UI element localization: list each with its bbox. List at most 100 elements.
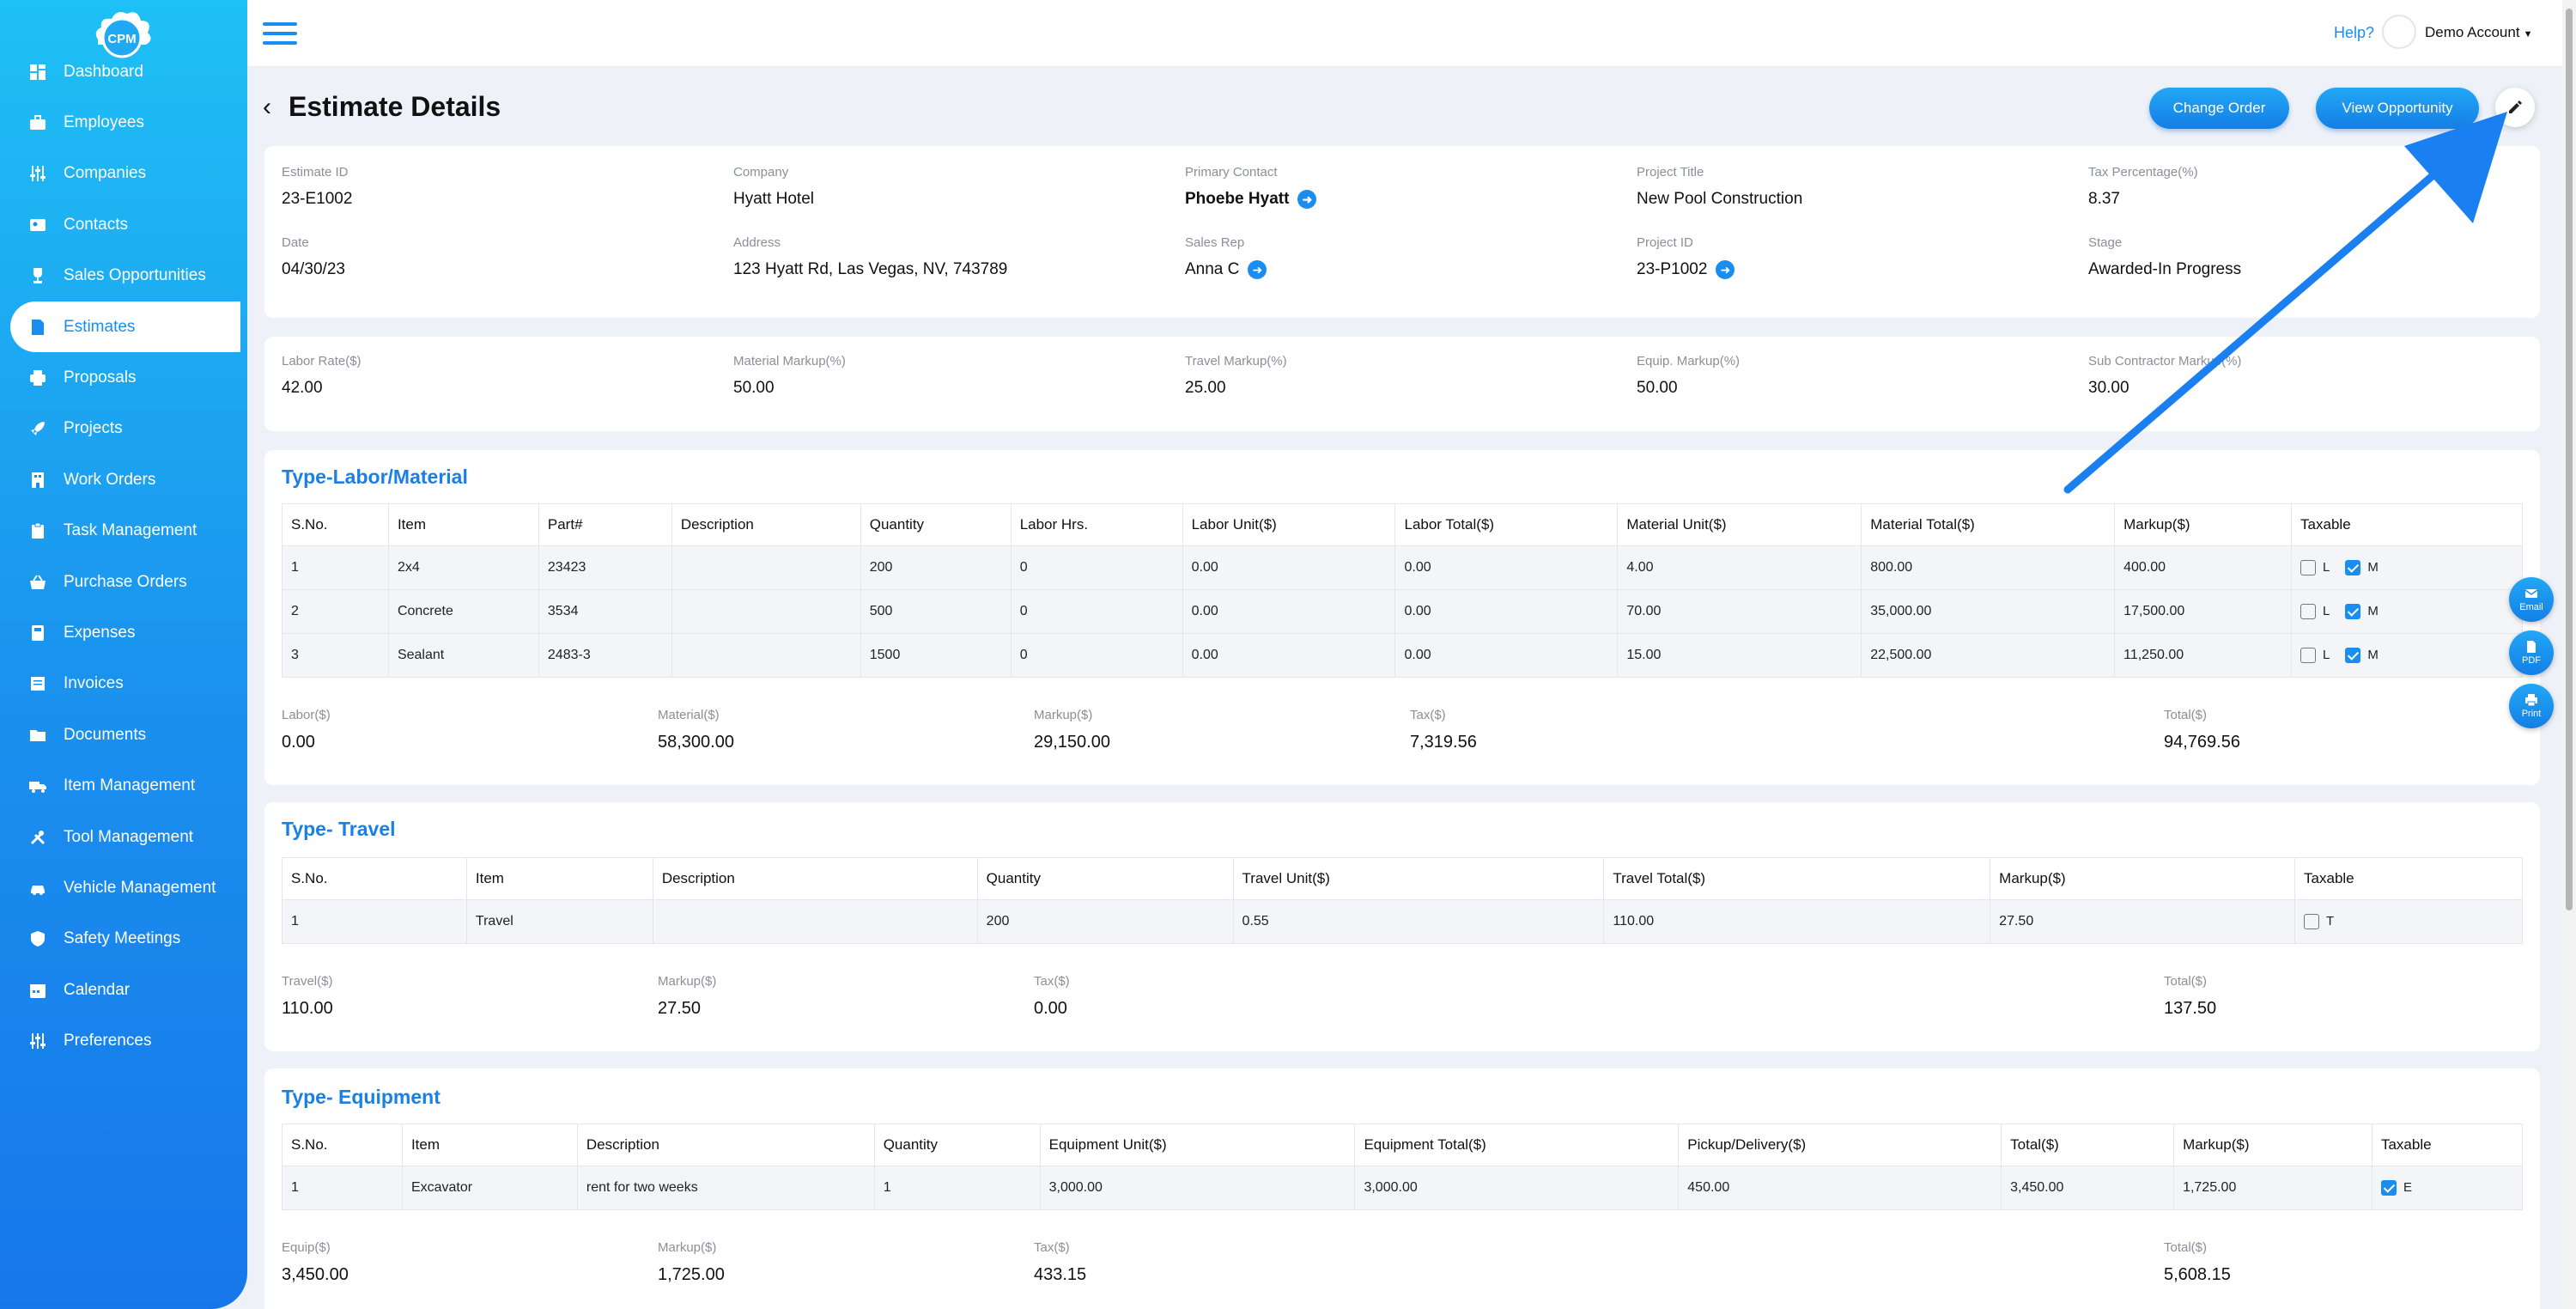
sidebar-item-safety-meetings[interactable]: Safety Meetings: [0, 914, 247, 965]
sidebar-item-label: Dashboard: [64, 62, 143, 81]
menu-toggle-icon[interactable]: [263, 22, 297, 45]
sidebar-item-item-management[interactable]: Item Management: [0, 760, 247, 811]
table-cell: 0.00: [1182, 633, 1396, 678]
column-header: Quantity: [873, 1123, 1041, 1166]
sidebar-item-companies[interactable]: Companies: [0, 149, 247, 199]
sidebar-item-dashboard[interactable]: Dashboard: [0, 46, 247, 97]
taxable-cell: LM: [2291, 589, 2523, 634]
total-sum: Total($) 137.50: [2164, 974, 2216, 1019]
rocket-icon: [27, 418, 48, 439]
taxable-checkbox-tax_l[interactable]: [2300, 647, 2317, 663]
sidebar-item-tool-management[interactable]: Tool Management: [0, 812, 247, 862]
building-icon: [27, 470, 48, 490]
sidebar-item-contacts[interactable]: Contacts: [0, 199, 247, 250]
field-value: 50.00: [733, 379, 775, 397]
table-cell: 0.00: [1182, 545, 1396, 590]
back-chevron-icon[interactable]: ‹: [263, 93, 271, 122]
scrollbar-thumb[interactable]: [2566, 9, 2573, 910]
taxable-checkbox-tax_t[interactable]: [2304, 913, 2320, 929]
field-value: Awarded-In Progress: [2088, 260, 2242, 278]
sidebar-item-documents[interactable]: Documents: [0, 709, 247, 760]
column-header: Markup($): [1990, 857, 2296, 900]
date-field: Date 04/30/23: [282, 235, 345, 279]
sidebar-item-employees[interactable]: Employees: [0, 97, 247, 148]
sidebar-item-projects[interactable]: Projects: [0, 404, 247, 454]
field-value: 0.00: [1034, 999, 1067, 1018]
table-cell: 22,500.00: [1861, 633, 2116, 678]
field-label: Total($): [2164, 1240, 2208, 1255]
column-header: Travel Unit($): [1232, 857, 1605, 900]
column-header: Taxable: [2371, 1123, 2524, 1166]
taxable-checkbox-tax_m[interactable]: [2345, 603, 2361, 619]
table-cell: 0.00: [1182, 589, 1396, 634]
field-value: Hyatt Hotel: [733, 190, 814, 208]
help-link[interactable]: Help?: [2334, 24, 2374, 42]
table-cell: Excavator: [401, 1166, 578, 1210]
view-opportunity-button[interactable]: View Opportunity: [2316, 88, 2479, 129]
labor-material-table: S.No. Item Part# Description Quantity Labor H…: [282, 503, 2523, 678]
avatar[interactable]: [2382, 15, 2416, 49]
field-label: Material Markup(%): [733, 354, 846, 368]
field-value: 04/30/23: [282, 260, 345, 278]
sidebar-item-label: Invoices: [64, 674, 124, 693]
sidebar-item-label: Tool Management: [64, 827, 194, 846]
taxable-checkbox-tax_m[interactable]: [2345, 559, 2361, 575]
equipment-table: S.No. Item Description Quantity Equipment Un…: [282, 1123, 2524, 1210]
equip-markup-field: Equip. Markup(%) 50.00: [1637, 354, 1740, 398]
section-title: Type-Labor/Material: [282, 466, 468, 488]
taxable-checkbox-tax_l[interactable]: [2300, 559, 2317, 575]
sidebar-item-preferences[interactable]: Preferences: [0, 1015, 247, 1066]
sidebar-item-calendar[interactable]: Calendar: [0, 965, 247, 1015]
field-value: 29,150.00: [1034, 733, 1110, 752]
sidebar-item-estimates[interactable]: Estimates: [10, 301, 240, 353]
sidebar-item-vehicle-management[interactable]: Vehicle Management: [0, 862, 247, 913]
printer-icon: [2525, 694, 2537, 707]
field-label: Project ID: [1637, 235, 1693, 250]
edit-button[interactable]: [2495, 88, 2535, 127]
company-field: Company Hyatt Hotel: [733, 165, 814, 209]
field-label: Sub Contractor Markup(%): [2088, 354, 2242, 368]
page-title: Estimate Details: [289, 91, 501, 122]
equipment-card: Type- Equipment S.No. Item Description Quan…: [264, 1069, 2540, 1309]
change-order-button[interactable]: Change Order: [2149, 88, 2289, 129]
sliders-icon: [27, 163, 48, 184]
sidebar-item-invoices[interactable]: Invoices: [0, 659, 247, 709]
field-value: 1,725.00: [658, 1265, 725, 1284]
field-label: Markup($): [658, 974, 717, 989]
go-arrow-icon[interactable]: ➜: [1297, 190, 1317, 209]
pdf-button[interactable]: PDF: [2509, 630, 2554, 675]
table-cell: 0: [1010, 633, 1183, 678]
material-sum: Material($) 58,300.00: [658, 708, 734, 752]
account-menu[interactable]: Demo Account ▼: [2425, 24, 2532, 41]
field-value: 0.00: [282, 733, 315, 752]
taxable-checkbox-tax_e[interactable]: [2380, 1179, 2397, 1196]
column-header: Taxable: [2291, 503, 2523, 546]
table-cell: 0: [1010, 589, 1183, 634]
sidebar-item-proposals[interactable]: Proposals: [0, 352, 247, 403]
sidebar-item-task-management[interactable]: Task Management: [0, 506, 247, 557]
table-cell: [671, 633, 861, 678]
sidebar-item-label: Sales Opportunities: [64, 266, 206, 285]
go-arrow-icon[interactable]: ➜: [1248, 260, 1267, 279]
table-cell: 200: [976, 899, 1234, 944]
sidebar: CPM Dashboard Employees Companies Contacts S…: [0, 0, 247, 1309]
sidebar-item-purchase-orders[interactable]: Purchase Orders: [0, 557, 247, 607]
print-button[interactable]: Print: [2509, 684, 2554, 728]
column-header: Total($): [2001, 1123, 2175, 1166]
go-arrow-icon[interactable]: ➜: [1716, 260, 1735, 279]
field-label: Markup($): [658, 1240, 717, 1255]
field-label: Travel($): [282, 974, 333, 989]
taxable-checkbox-tax_m[interactable]: [2345, 647, 2361, 663]
rates-card: Labor Rate($) 42.00 Material Markup(%) 50.…: [264, 337, 2540, 431]
sidebar-item-sales-opportunities[interactable]: Sales Opportunities: [0, 251, 247, 301]
taxable-checkbox-tax_l[interactable]: [2300, 603, 2317, 619]
email-button[interactable]: Email: [2509, 577, 2554, 622]
table-cell: 1: [282, 1166, 403, 1210]
field-value: 94,769.56: [2164, 733, 2240, 752]
sidebar-item-expenses[interactable]: Expenses: [0, 607, 247, 658]
field-value: New Pool Construction: [1637, 190, 1803, 208]
column-header: Quantity: [860, 503, 1012, 546]
sidebar-item-work-orders[interactable]: Work Orders: [0, 454, 247, 505]
project-id-value: 23-P1002: [1637, 260, 1708, 278]
field-value: 110.00: [282, 999, 333, 1018]
